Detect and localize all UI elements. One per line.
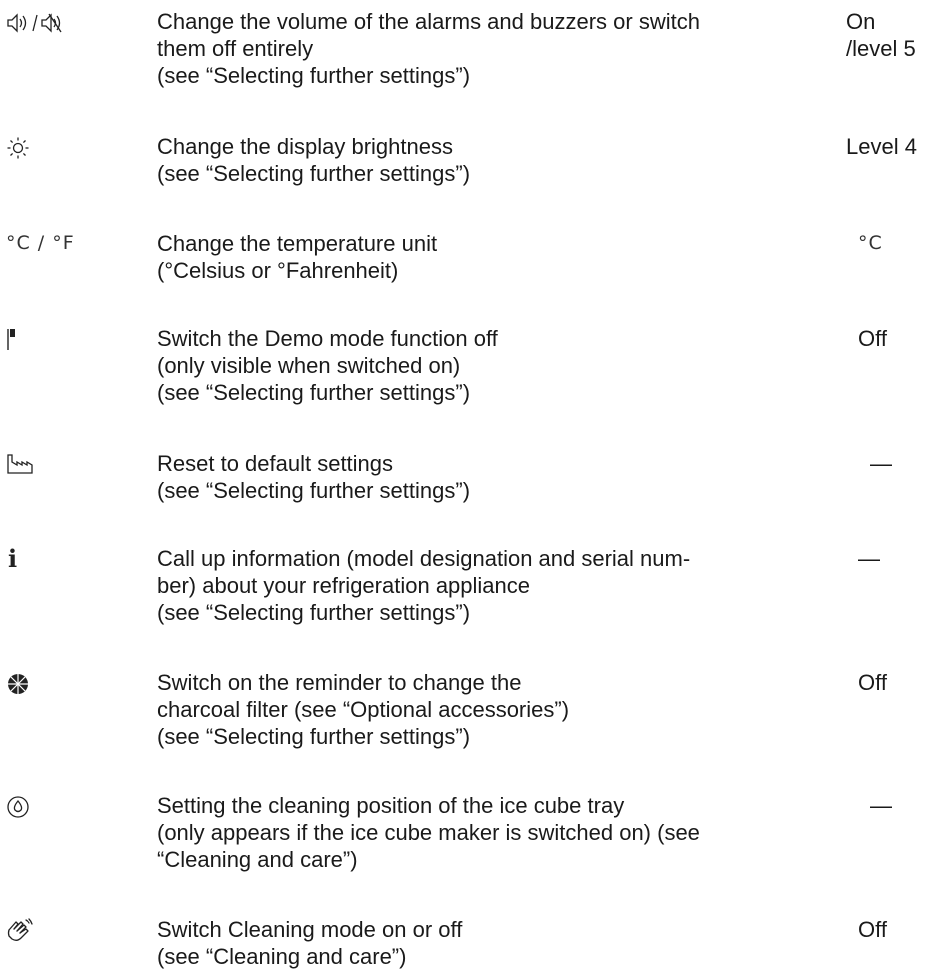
value-line: /level 5	[846, 36, 916, 61]
settings-table: Change the volume of the alarms and buzz…	[0, 0, 939, 973]
desc-line: Call up information (model designation a…	[157, 546, 691, 571]
charcoal-filter-description: Switch on the reminder to change the cha…	[157, 669, 819, 750]
info-icon: i	[8, 544, 18, 573]
temperature-unit-default-value: °C	[858, 230, 883, 257]
value-line: —	[858, 546, 880, 571]
desc-line: Setting the cleaning position of the ice…	[157, 793, 625, 818]
desc-line: ber) about your refrigeration appliance	[157, 573, 531, 598]
desc-line: (only visible when switched on)	[157, 353, 461, 378]
value-line: °C	[858, 232, 883, 254]
volume-description: Change the volume of the alarms and buzz…	[157, 8, 819, 89]
charcoal-filter-default-value: Off	[858, 669, 887, 696]
ice-tray-cleaning-default-value: —	[870, 792, 892, 819]
value-line: —	[870, 451, 892, 476]
value-line: Off	[858, 917, 887, 942]
desc-line: (see “Cleaning and care”)	[157, 944, 407, 969]
desc-line: (see “Selecting further settings”)	[157, 380, 471, 405]
desc-line: Change the temperature unit	[157, 231, 438, 256]
demo-mode-flag-icon	[6, 325, 20, 352]
desc-line: them off entirely	[157, 36, 314, 61]
desc-line: (see “Selecting further settings”)	[157, 161, 471, 186]
value-line: On	[846, 9, 876, 34]
desc-line: (see “Selecting further settings”)	[157, 600, 471, 625]
factory-reset-description: Reset to default settings (see “Selectin…	[157, 450, 819, 504]
desc-line: (°Celsius or °Fahrenheit)	[157, 258, 399, 283]
desc-line: (see “Selecting further settings”)	[157, 478, 471, 503]
desc-line: Reset to default settings	[157, 451, 394, 476]
cleaning-mode-hand-icon	[6, 916, 34, 944]
value-line: —	[870, 793, 892, 818]
factory-reset-icon	[6, 450, 34, 477]
volume-icon	[6, 8, 68, 35]
volume-default-value: On /level 5	[846, 8, 916, 62]
value-line: Level 4	[846, 134, 917, 159]
desc-line: (see “Selecting further settings”)	[157, 63, 471, 88]
ice-tray-cleaning-icon	[6, 792, 30, 819]
factory-reset-default-value: —	[870, 450, 892, 477]
temperature-unit-description: Change the temperature unit (°Celsius or…	[157, 230, 819, 284]
brightness-default-value: Level 4	[846, 133, 917, 160]
temperature-unit-icon: °C / °F	[6, 232, 75, 254]
desc-line: charcoal filter (see “Optional accessori…	[157, 697, 570, 722]
demo-mode-description: Switch the Demo mode function off (only …	[157, 325, 819, 406]
information-description: Call up information (model designation a…	[157, 545, 819, 626]
brightness-icon	[6, 133, 30, 160]
desc-line: (only appears if the ice cube maker is s…	[157, 820, 700, 845]
desc-line: “Cleaning and care”)	[157, 847, 358, 872]
demo-mode-default-value: Off	[858, 325, 887, 352]
ice-tray-cleaning-description: Setting the cleaning position of the ice…	[157, 792, 819, 873]
value-line: Off	[858, 326, 887, 351]
desc-line: Change the display brightness	[157, 134, 453, 159]
desc-line: (see “Selecting further settings”)	[157, 724, 471, 749]
value-line: Off	[858, 670, 887, 695]
charcoal-filter-icon	[6, 669, 30, 696]
desc-line: Switch the Demo mode function off	[157, 326, 498, 351]
brightness-description: Change the display brightness (see “Sele…	[157, 133, 819, 187]
desc-line: Switch on the reminder to change the	[157, 670, 522, 695]
information-default-value: —	[858, 545, 880, 572]
cleaning-mode-default-value: Off	[858, 916, 887, 943]
desc-line: Switch Cleaning mode on or off	[157, 917, 463, 942]
desc-line: Change the volume of the alarms and buzz…	[157, 9, 700, 34]
cleaning-mode-description: Switch Cleaning mode on or off (see “Cle…	[157, 916, 819, 970]
